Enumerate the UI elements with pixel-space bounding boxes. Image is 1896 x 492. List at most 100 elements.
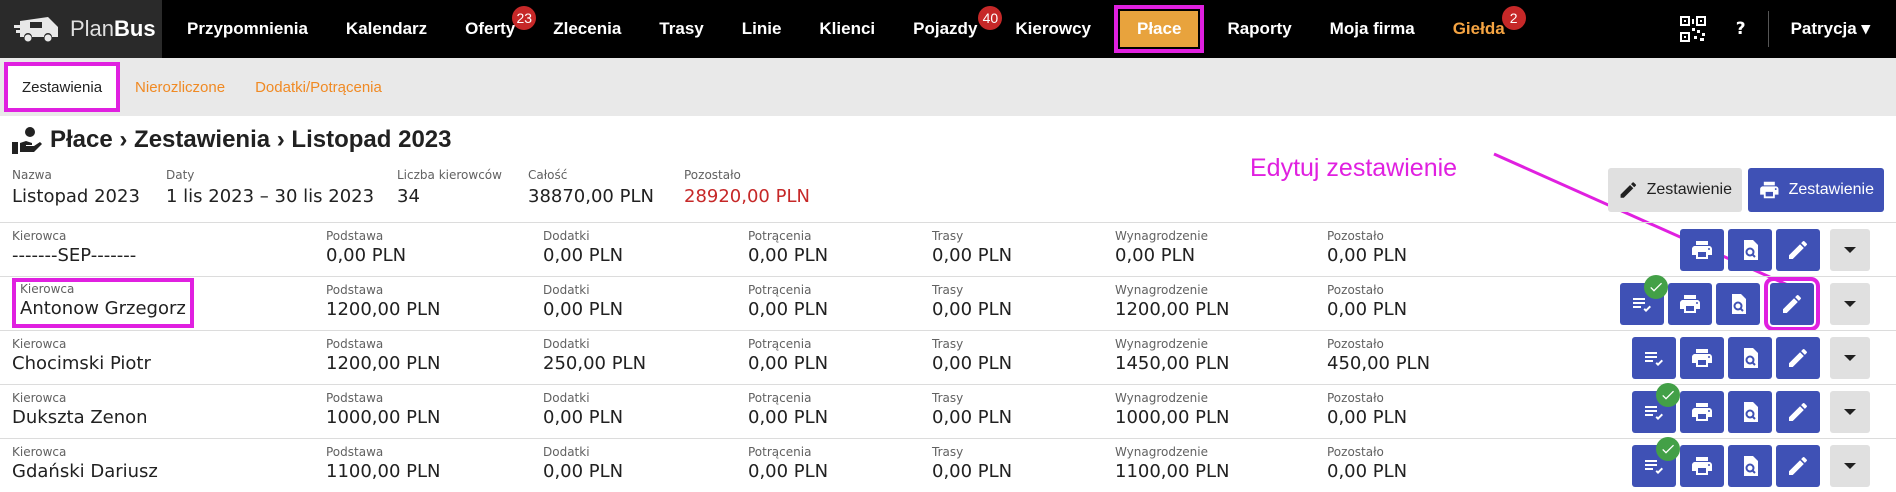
row-actions <box>1620 275 1870 331</box>
nav-oferty[interactable]: Oferty 23 <box>446 0 537 58</box>
nav-klienci[interactable]: Klienci <box>800 0 894 58</box>
print-row-button[interactable] <box>1680 229 1724 271</box>
column-label: Wynagrodzenie <box>1115 391 1208 405</box>
driver-name: Dukszta Zenon <box>12 407 148 428</box>
extras-cell: Dodatki 0,00 PLN <box>543 283 623 320</box>
column-label: Podstawa <box>326 445 384 459</box>
row-dropdown-button[interactable] <box>1830 391 1870 433</box>
edit-row-button[interactable] <box>1764 277 1820 331</box>
sub-tabs: Zestawienia Nierozliczone Dodatki/Potrąc… <box>0 58 1896 116</box>
pencil-icon <box>1789 402 1807 421</box>
driver-cell[interactable]: Kierowca Gdański Dariusz <box>12 445 158 482</box>
printer-icon <box>1692 457 1712 475</box>
tab-zestawienia[interactable]: Zestawienia <box>4 62 121 112</box>
salary-cell: Wynagrodzenie 0,00 PLN <box>1115 229 1208 266</box>
column-label: Kierowca <box>12 391 67 405</box>
row-dropdown-button[interactable] <box>1830 445 1870 487</box>
row-dropdown-button[interactable] <box>1830 337 1870 379</box>
settle-list-button[interactable] <box>1620 275 1668 325</box>
base-value: 1200,00 PLN <box>326 299 441 320</box>
brand-logo[interactable]: PlanBus <box>0 0 162 58</box>
base-cell: Podstawa 1200,00 PLN <box>326 283 441 320</box>
column-label: Wynagrodzenie <box>1115 283 1208 297</box>
nav-raporty[interactable]: Raporty <box>1208 0 1310 58</box>
driver-cell[interactable]: Kierowca Chocimski Piotr <box>12 337 151 374</box>
qr-code-icon[interactable] <box>1679 16 1706 42</box>
remaining-value: 0,00 PLN <box>1327 299 1408 320</box>
nav-przypomnienia[interactable]: Przypomnienia <box>168 0 327 58</box>
column-label: Dodatki <box>543 337 590 351</box>
nav-moja-firma[interactable]: Moja firma <box>1311 0 1434 58</box>
salary-value: 1200,00 PLN <box>1115 299 1230 320</box>
table-row: Kierowca Chocimski Piotr Podstawa 1200,0… <box>0 330 1896 384</box>
edit-row-button[interactable] <box>1776 445 1820 487</box>
preview-row-button[interactable] <box>1728 391 1772 433</box>
trips-value: 0,00 PLN <box>932 407 1013 428</box>
row-dropdown-button[interactable] <box>1830 283 1870 325</box>
remaining-cell: Pozostało 0,00 PLN <box>1327 391 1407 428</box>
driver-name: Gdański Dariusz <box>12 461 158 482</box>
tab-nierozliczone[interactable]: Nierozliczone <box>120 62 240 112</box>
settle-list-button[interactable] <box>1632 437 1680 487</box>
nav-right: ? Patrycja ▾ <box>1679 0 1896 58</box>
column-label: Wynagrodzenie <box>1115 445 1208 459</box>
print-row-button[interactable] <box>1680 337 1724 379</box>
column-label: Pozostało <box>1327 337 1384 351</box>
driver-cell[interactable]: Kierowca Dukszta Zenon <box>12 391 148 428</box>
document-search-icon <box>1744 456 1758 476</box>
nav-place[interactable]: Płace <box>1114 5 1205 53</box>
column-label: Podstawa <box>326 337 384 351</box>
user-menu[interactable]: Patrycja ▾ <box>1791 19 1870 39</box>
nav-zlecenia[interactable]: Zlecenia <box>534 0 640 58</box>
tab-dodatki-potracenia[interactable]: Dodatki/Potrącenia <box>240 62 397 112</box>
brand-name: PlanBus <box>70 16 156 41</box>
preview-row-button[interactable] <box>1716 283 1760 325</box>
print-row-button[interactable] <box>1680 445 1724 487</box>
edit-row-button[interactable] <box>1776 229 1820 271</box>
driver-name: Antonow Grzegorz <box>20 298 186 319</box>
remaining-value: 0,00 PLN <box>1327 245 1408 266</box>
caret-down-icon <box>1844 301 1856 307</box>
pencil-icon <box>1620 182 1637 198</box>
preview-row-button[interactable] <box>1728 229 1772 271</box>
driver-cell[interactable]: Kierowca Antonow Grzegorz <box>12 278 194 328</box>
row-actions <box>1632 337 1870 379</box>
edit-row-button[interactable] <box>1776 337 1820 379</box>
extras-cell: Dodatki 0,00 PLN <box>543 229 623 266</box>
driver-cell[interactable]: Kierowca -------SEP------- <box>12 229 136 266</box>
trips-cell: Trasy 0,00 PLN <box>932 445 1012 482</box>
nav-linie[interactable]: Linie <box>723 0 801 58</box>
nav-kierowcy[interactable]: Kierowcy <box>996 0 1110 58</box>
summary-name: Nazwa Listopad 2023 <box>12 168 140 207</box>
print-statement-button[interactable]: Zestawienie <box>1748 168 1884 212</box>
table-row: Kierowca Dukszta Zenon Podstawa 1000,00 … <box>0 383 1896 438</box>
nav-trasy[interactable]: Trasy <box>640 0 722 58</box>
preview-row-button[interactable] <box>1728 337 1772 379</box>
print-row-button[interactable] <box>1680 391 1724 433</box>
edit-row-button[interactable] <box>1776 391 1820 433</box>
row-dropdown-button[interactable] <box>1830 229 1870 271</box>
trips-value: 0,00 PLN <box>932 461 1013 482</box>
caret-down-icon <box>1844 463 1856 469</box>
nav-kalendarz[interactable]: Kalendarz <box>327 0 446 58</box>
deductions-cell: Potrącenia 0,00 PLN <box>748 229 828 266</box>
edit-statement-button[interactable]: Zestawienie <box>1608 168 1742 212</box>
payroll-hand-icon <box>12 127 42 154</box>
settle-list-button[interactable] <box>1632 337 1676 379</box>
column-label: Potrącenia <box>748 229 812 243</box>
check-circle-icon <box>1656 383 1680 407</box>
help-button[interactable]: ? <box>1736 19 1746 39</box>
summary-remaining: Pozostało 28920,00 PLN <box>684 168 810 207</box>
nav-pojazdy[interactable]: Pojazdy 40 <box>894 0 1003 58</box>
deductions-value: 0,00 PLN <box>748 245 829 266</box>
extras-cell: Dodatki 0,00 PLN <box>543 391 623 428</box>
print-row-button[interactable] <box>1668 283 1712 325</box>
preview-row-button[interactable] <box>1728 445 1772 487</box>
bus-logo-icon <box>14 17 58 42</box>
column-label: Wynagrodzenie <box>1115 337 1208 351</box>
column-label: Trasy <box>932 445 964 459</box>
settle-list-button[interactable] <box>1632 383 1680 433</box>
nav-gielda[interactable]: Giełda 2 <box>1434 0 1526 58</box>
document-search-icon <box>1732 294 1746 314</box>
column-label: Dodatki <box>543 229 590 243</box>
